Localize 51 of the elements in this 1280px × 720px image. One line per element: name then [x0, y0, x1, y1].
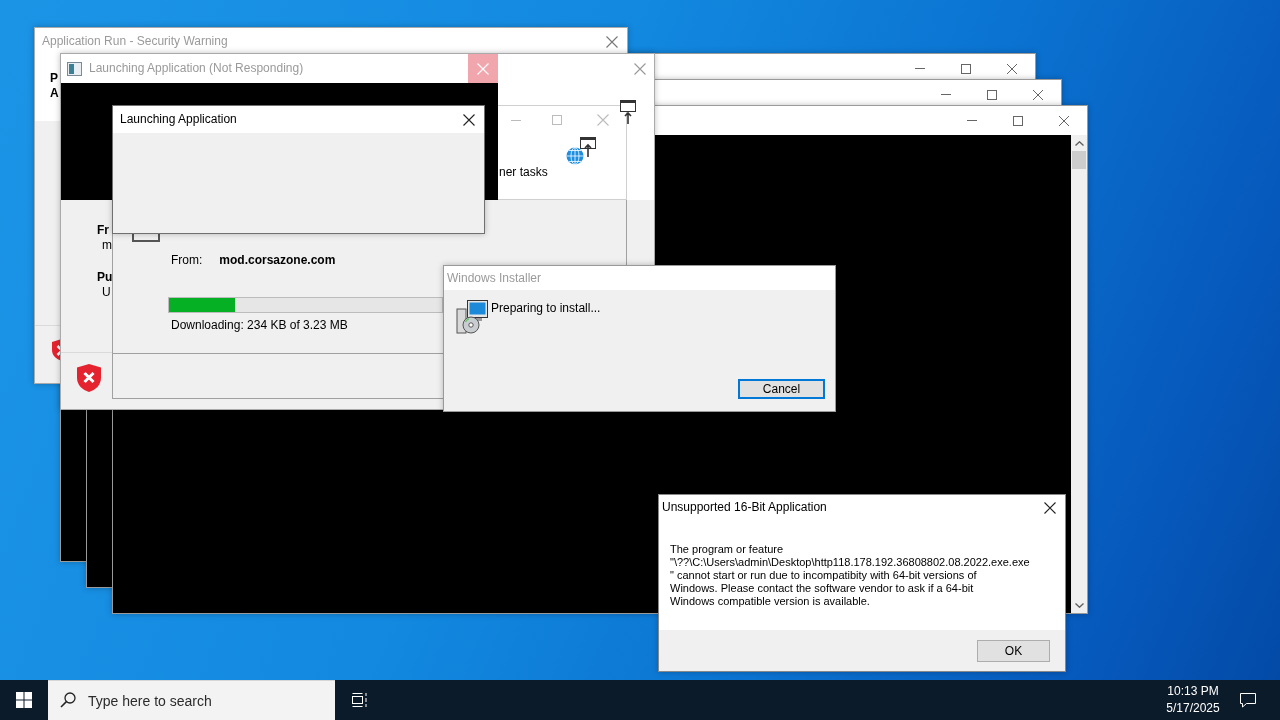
search-field[interactable]: Type here to search	[48, 680, 335, 720]
task-view-icon	[350, 692, 368, 708]
clock-button[interactable]: 10:13 PM 5/17/2025	[1158, 680, 1228, 720]
minimize-icon	[511, 119, 521, 121]
field-label: P	[50, 71, 58, 86]
scrollbar[interactable]	[1071, 135, 1087, 613]
close-icon	[1007, 63, 1017, 74]
window-title: Unsupported 16-Bit Application	[662, 500, 827, 515]
maximize-icon	[1013, 115, 1023, 126]
from-label: From:	[171, 253, 203, 268]
close-icon	[477, 62, 489, 75]
minimize-icon	[967, 120, 977, 121]
app-window-icon	[67, 61, 82, 76]
close-icon	[1059, 115, 1069, 126]
window-title: Launching Application	[120, 112, 237, 127]
maximize-icon	[987, 89, 997, 100]
download-status: Downloading: 234 KB of 3.23 MB	[171, 318, 348, 333]
search-icon	[60, 692, 76, 708]
ok-button[interactable]: OK	[977, 640, 1050, 662]
from-value: mod.corsazone.com	[219, 253, 336, 268]
cancel-button[interactable]: Cancel	[738, 379, 825, 399]
field-label: A	[50, 86, 59, 101]
window-title: Application Run - Security Warning	[42, 34, 228, 49]
scroll-up-icon[interactable]	[1074, 141, 1084, 146]
close-icon	[1044, 501, 1056, 514]
close-icon	[597, 114, 609, 126]
status-message: Preparing to install...	[491, 302, 601, 315]
close-icon	[1033, 89, 1043, 100]
error-message: The program or feature "\??\C:\Users\admin\Desktop\http118.178.192.36808802.08.2022.exe.exe " cannot start or run due to incompatibity with 64-bit versions of Windows. Please contact the software vendor to ask if a 64-bit Windows compatible version is available.	[670, 543, 1030, 608]
close-icon	[606, 35, 618, 48]
shield-icon	[77, 364, 101, 392]
globe-window-icon	[566, 137, 596, 165]
close-icon	[634, 62, 646, 75]
task-label: ner tasks	[499, 165, 548, 179]
field-label: Fr	[97, 223, 109, 238]
box-outline-icon	[132, 234, 160, 242]
window-title: Launching Application (Not Responding)	[89, 61, 304, 76]
scrollbar-thumb[interactable]	[1072, 151, 1086, 169]
minimize-icon	[915, 68, 925, 69]
maximize-icon	[961, 63, 971, 74]
field-value: m	[102, 238, 112, 253]
field-label: Pu	[97, 270, 113, 285]
windows-logo-icon	[16, 692, 32, 708]
installer-icon	[456, 300, 488, 334]
maximize-icon	[552, 115, 562, 125]
field-value: U	[102, 285, 111, 300]
close-icon	[463, 113, 475, 126]
scroll-down-icon[interactable]	[1074, 603, 1084, 608]
minimize-icon	[941, 94, 951, 95]
notification-icon	[1239, 692, 1257, 708]
window-title: Windows Installer	[447, 270, 542, 286]
